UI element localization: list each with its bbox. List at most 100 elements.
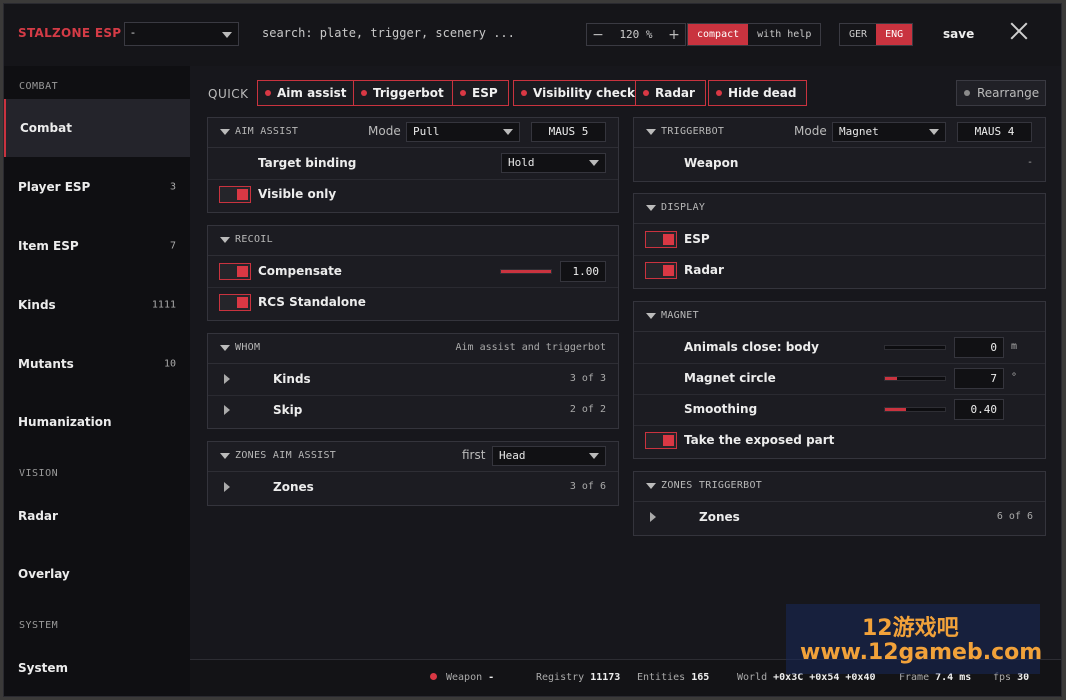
- zoom-in-button[interactable]: +: [663, 27, 685, 43]
- target-binding-select[interactable]: Hold: [501, 153, 606, 173]
- mode-with-help-button[interactable]: with help: [748, 24, 820, 45]
- sidebar-item-kinds[interactable]: Kinds 1111: [4, 276, 190, 334]
- compensate-slider[interactable]: [500, 269, 552, 274]
- weapon-row: Weapon -: [634, 148, 1045, 179]
- triggerbot-panel: TRIGGERBOT Mode Magnet MAUS 4 Weapon -: [633, 117, 1046, 182]
- panel-title: AIM ASSIST: [235, 126, 299, 137]
- compensate-toggle[interactable]: [219, 263, 251, 280]
- status-entities-label: Entities: [637, 672, 686, 683]
- sidebar-item-overlay[interactable]: Overlay: [4, 545, 190, 603]
- sidebar-item-system[interactable]: System: [4, 639, 190, 696]
- collapse-icon: [220, 237, 230, 243]
- exposed-part-toggle[interactable]: [645, 432, 677, 449]
- status-entities-value: 165: [691, 672, 710, 683]
- exposed-part-row: Take the exposed part: [634, 425, 1045, 456]
- first-zone-select[interactable]: Head: [492, 446, 606, 466]
- row-label: Take the exposed part: [684, 433, 835, 447]
- lang-eng-button[interactable]: ENG: [876, 24, 913, 45]
- chevron-down-icon: [222, 32, 232, 38]
- save-button[interactable]: save: [943, 27, 974, 41]
- sidebar-item-label: Humanization: [18, 415, 112, 429]
- status-entities: Entities 165: [637, 672, 709, 683]
- slider-fill: [501, 270, 551, 273]
- weapon-value: -: [1026, 157, 1033, 168]
- magnet-circle-row: Magnet circle 7 °: [634, 363, 1045, 395]
- sidebar-item-radar[interactable]: Radar: [4, 487, 190, 545]
- display-header[interactable]: DISPLAY: [634, 194, 1045, 224]
- row-label: Visible only: [258, 187, 337, 201]
- smoothing-value[interactable]: 0.40: [954, 399, 1004, 420]
- animals-close-slider[interactable]: [884, 345, 946, 350]
- zones-triggerbot-header[interactable]: ZONES TRIGGERBOT: [634, 472, 1045, 502]
- row-label: Skip: [273, 403, 303, 417]
- smoothing-slider[interactable]: [884, 407, 946, 412]
- sidebar-item-player-esp[interactable]: Player ESP 3: [4, 158, 190, 216]
- sidebar-item-humanization[interactable]: Humanization: [4, 393, 190, 451]
- panel-title: RECOIL: [235, 234, 273, 245]
- sidebar-item-label: Combat: [20, 121, 72, 135]
- quick-radar-button[interactable]: Radar: [635, 80, 706, 106]
- display-esp-row: ESP: [634, 224, 1045, 256]
- sidebar-item-label: Player ESP: [18, 180, 91, 194]
- row-label: Animals close: body: [684, 340, 819, 354]
- whom-header[interactable]: WHOM Aim assist and triggerbot: [208, 334, 618, 364]
- aim-key-binding[interactable]: MAUS 5: [531, 122, 606, 142]
- zones-aim-row[interactable]: Zones 3 of 6: [208, 472, 618, 503]
- quick-triggerbot-button[interactable]: Triggerbot: [353, 80, 455, 106]
- magnet-circle-value[interactable]: 7: [954, 368, 1004, 389]
- display-esp-toggle[interactable]: [645, 231, 677, 248]
- aim-mode-select[interactable]: Pull: [406, 122, 520, 142]
- watermark-line-1: 12游戏吧: [862, 616, 959, 641]
- display-radar-toggle[interactable]: [645, 262, 677, 279]
- chevron-right-icon: [650, 512, 656, 522]
- rearrange-button[interactable]: Rearrange: [956, 80, 1046, 106]
- rcs-standalone-toggle[interactable]: [219, 294, 251, 311]
- row-label: Zones: [273, 480, 314, 494]
- mode-label: Mode: [368, 124, 401, 138]
- recoil-panel: RECOIL Compensate 1.00 RCS Standalone: [207, 225, 619, 321]
- zoom-out-button[interactable]: −: [587, 27, 609, 43]
- recoil-header[interactable]: RECOIL: [208, 226, 618, 256]
- magnet-header[interactable]: MAGNET: [634, 302, 1045, 332]
- aim-assist-panel: AIM ASSIST Mode Pull MAUS 5 Target bindi…: [207, 117, 619, 213]
- whom-kinds-row[interactable]: Kinds 3 of 3: [208, 364, 618, 396]
- help-mode-toggle: compact with help: [687, 23, 822, 46]
- mode-label: Mode: [794, 124, 827, 138]
- display-radar-row: Radar: [634, 255, 1045, 286]
- trigger-key-binding[interactable]: MAUS 4: [957, 122, 1032, 142]
- aim-assist-header[interactable]: AIM ASSIST Mode Pull MAUS 5: [208, 118, 618, 148]
- row-label: Weapon: [684, 156, 739, 170]
- row-label: Zones: [699, 510, 740, 524]
- lang-ger-button[interactable]: GER: [840, 24, 876, 45]
- triggerbot-header[interactable]: TRIGGERBOT Mode Magnet MAUS 4: [634, 118, 1045, 148]
- sidebar-item-combat[interactable]: Combat: [4, 99, 190, 157]
- profile-select[interactable]: -: [124, 22, 239, 46]
- zones-trigger-row[interactable]: Zones 6 of 6: [634, 502, 1045, 533]
- magnet-circle-slider[interactable]: [884, 376, 946, 381]
- panel-title: ZONES TRIGGERBOT: [661, 480, 763, 491]
- row-label: ESP: [684, 232, 710, 246]
- mode-compact-button[interactable]: compact: [688, 24, 749, 45]
- quick-esp-button[interactable]: ESP: [452, 80, 509, 106]
- collapse-icon: [646, 483, 656, 489]
- trigger-mode-select[interactable]: Magnet: [832, 122, 946, 142]
- animals-close-value[interactable]: 0: [954, 337, 1004, 358]
- close-icon[interactable]: [1008, 20, 1030, 42]
- row-count: 6 of 6: [996, 511, 1033, 522]
- collapse-icon: [220, 453, 230, 459]
- search-input[interactable]: [256, 26, 578, 40]
- visible-only-toggle[interactable]: [219, 186, 251, 203]
- quick-visibility-check-button[interactable]: Visibility check: [513, 80, 646, 106]
- target-binding-row: Target binding Hold: [208, 148, 618, 180]
- sidebar-item-label: Kinds: [18, 298, 56, 312]
- sidebar-item-label: Radar: [18, 509, 58, 523]
- quick-hide-dead-button[interactable]: Hide dead: [708, 80, 808, 106]
- sidebar-item-item-esp[interactable]: Item ESP 7: [4, 217, 190, 275]
- compensate-value[interactable]: 1.00: [560, 261, 606, 282]
- row-label: Compensate: [258, 264, 342, 278]
- zones-aim-assist-header[interactable]: ZONES AIM ASSIST first Head: [208, 442, 618, 472]
- quick-aim-assist-button[interactable]: Aim assist: [257, 80, 358, 106]
- whom-skip-row[interactable]: Skip 2 of 2: [208, 395, 618, 426]
- animals-close-row: Animals close: body 0 m: [634, 332, 1045, 364]
- sidebar-item-mutants[interactable]: Mutants 10: [4, 335, 190, 393]
